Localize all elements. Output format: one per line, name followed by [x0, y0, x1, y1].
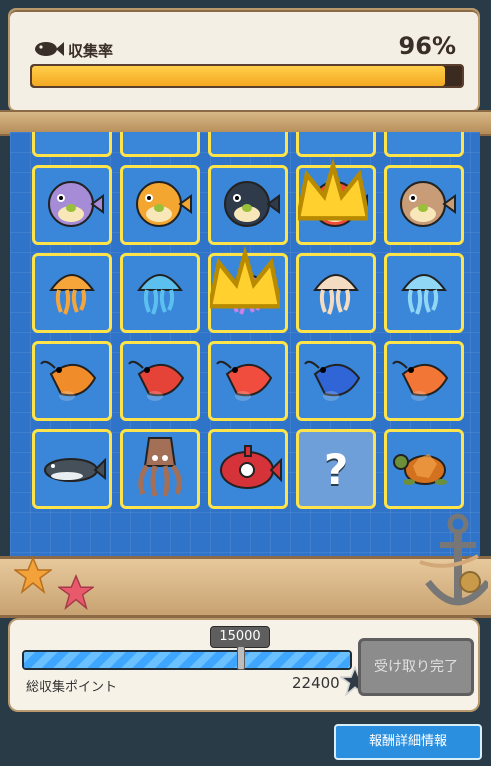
collection-cell[interactable] — [208, 165, 288, 245]
total-points-value: 22400 — [292, 674, 340, 692]
shrimp-icon — [389, 344, 459, 418]
collection-cell[interactable]: ? — [296, 429, 376, 509]
claim-reward-button[interactable]: 受け取り完了 — [358, 638, 474, 696]
collection-cell[interactable] — [295, 157, 376, 245]
collection-cell[interactable] — [32, 132, 112, 157]
collection-cell[interactable] — [296, 132, 376, 157]
collection-cell[interactable] — [207, 245, 288, 333]
shrimp-icon — [301, 344, 371, 418]
collection-cell[interactable] — [32, 341, 112, 421]
crown-icon — [295, 157, 371, 231]
fish-icon — [301, 132, 371, 154]
fish-icon — [125, 132, 195, 154]
collection-progress-fill — [32, 66, 445, 86]
collection-cell[interactable] — [32, 165, 112, 245]
collection-panel: 収集率 96% — [10, 10, 478, 110]
fish-icon — [389, 132, 459, 154]
crown-icon — [207, 245, 283, 319]
collection-cell[interactable] — [208, 132, 288, 157]
collection-cell[interactable] — [208, 341, 288, 421]
total-points-label: 総収集ポイント — [26, 680, 118, 695]
collection-cell[interactable] — [384, 165, 464, 245]
pufferfish-icon — [125, 168, 195, 242]
collection-cell[interactable] — [32, 429, 112, 509]
fish-icon — [37, 132, 107, 154]
collection-progress-bar — [30, 64, 464, 88]
pufferfish-icon — [389, 168, 459, 242]
shrimp-icon — [213, 344, 283, 418]
collection-cell[interactable] — [120, 165, 200, 245]
collection-rate-label: 収集率 — [68, 42, 114, 60]
jellyfish-icon — [301, 256, 371, 330]
starfish-orange-icon — [12, 556, 54, 598]
unknown-creature-label: ? — [323, 444, 349, 494]
jellyfish-icon — [389, 256, 459, 330]
points-threshold-badge: 15000 — [210, 626, 270, 648]
fish-icon — [34, 40, 64, 62]
collection-cell[interactable] — [384, 253, 464, 333]
submarine-icon — [213, 432, 283, 506]
collection-cell[interactable] — [120, 132, 200, 157]
collection-cell[interactable] — [296, 341, 376, 421]
jellyfish-icon — [37, 256, 107, 330]
reward-details-button[interactable]: 報酬詳細情報 — [334, 724, 482, 760]
collection-cell[interactable] — [384, 429, 464, 509]
shrimp-icon — [37, 344, 107, 418]
collection-cell[interactable] — [208, 429, 288, 509]
collection-cell[interactable] — [120, 429, 200, 509]
collection-rate-value: 96% — [398, 32, 456, 60]
threshold-marker — [237, 646, 246, 670]
collection-cell[interactable] — [384, 132, 464, 157]
points-progress-fill — [24, 652, 350, 668]
points-progress-bar — [22, 650, 352, 670]
collection-cell[interactable] — [120, 341, 200, 421]
anchor-icon — [418, 512, 491, 626]
pufferfish-icon — [213, 168, 283, 242]
fish-icon — [213, 132, 283, 154]
pufferfish-icon — [37, 168, 107, 242]
collection-cell[interactable] — [384, 341, 464, 421]
collection-cell[interactable] — [296, 253, 376, 333]
points-panel: 15000 総収集ポイント 22400 受け取り完了 — [10, 620, 478, 710]
collection-cell[interactable] — [120, 253, 200, 333]
shrimp-icon — [125, 344, 195, 418]
collection-grid-area[interactable]: ? — [10, 132, 480, 556]
turtle-icon — [389, 432, 459, 506]
squid-icon — [125, 432, 195, 506]
collection-cell[interactable] — [32, 253, 112, 333]
whale-icon — [37, 432, 107, 506]
jellyfish-icon — [125, 256, 195, 330]
collection-grid: ? — [32, 132, 464, 509]
starfish-pink-icon — [56, 574, 96, 614]
